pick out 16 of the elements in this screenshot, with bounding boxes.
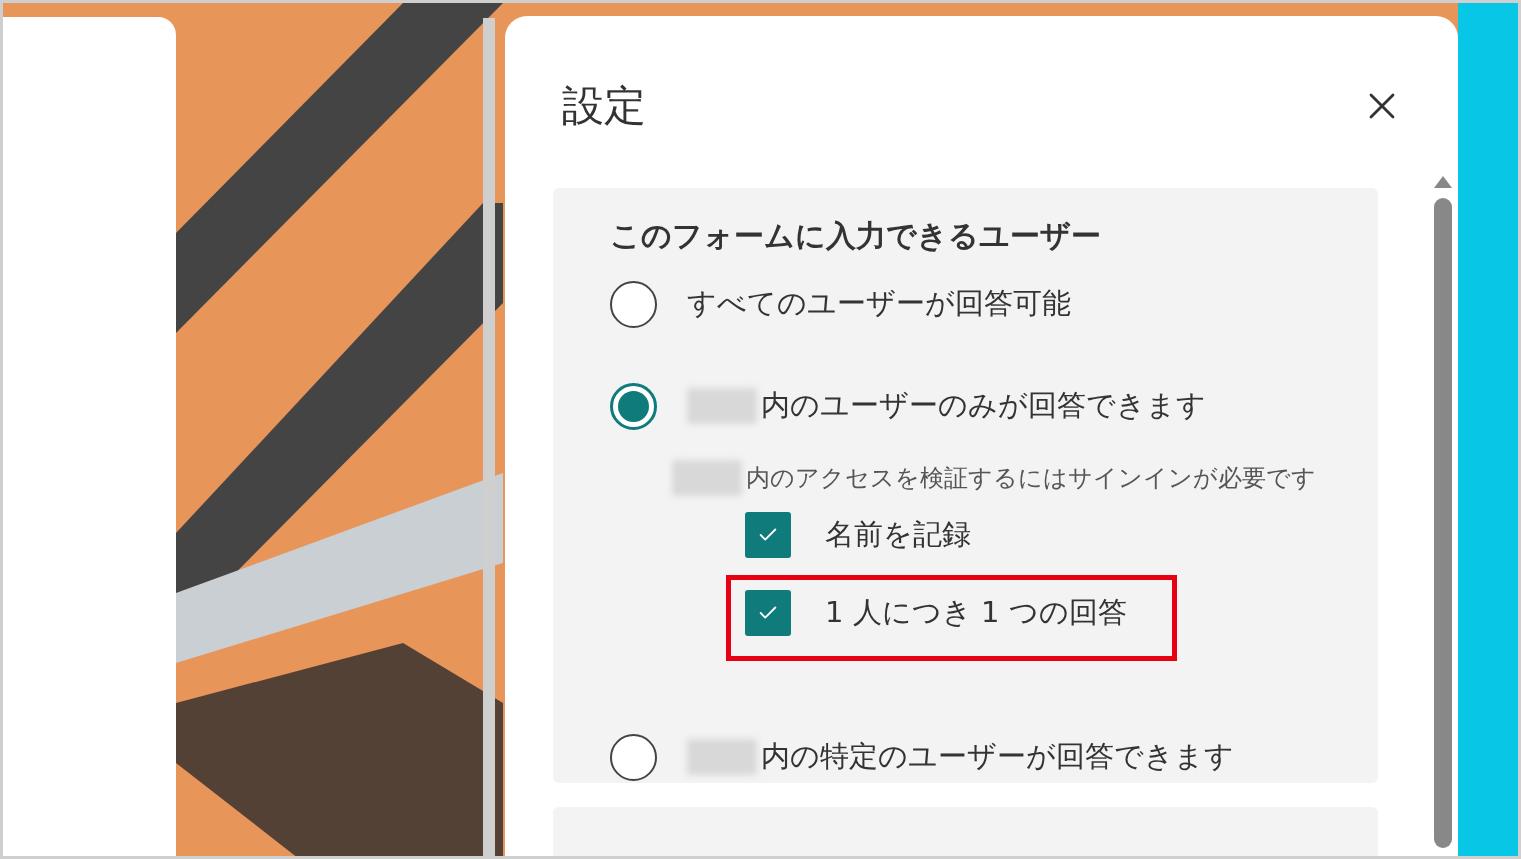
checkbox-label: 1 人につき 1 つの回答 (825, 594, 1127, 632)
scroll-up-icon[interactable] (1434, 176, 1452, 188)
hint-text: 内のアクセスを検証するにはサインインが必要です (746, 463, 1316, 494)
checkbox[interactable] (745, 512, 791, 558)
dialog-title: 設定 (562, 85, 646, 127)
scrollbar-thumb[interactable] (1434, 198, 1452, 848)
radio-label: すべてのユーザーが回答可能 (687, 285, 1071, 323)
section-heading: このフォームに入力できるユーザー (610, 217, 1102, 255)
radio-label: 内のユーザーのみが回答できます (761, 387, 1206, 425)
radio-button[interactable] (610, 733, 657, 781)
radio-button[interactable] (610, 280, 657, 328)
radio-button[interactable] (610, 382, 657, 430)
blurred-redaction (672, 460, 742, 496)
radio-label: 内の特定のユーザーが回答できます (761, 738, 1234, 776)
checkbox[interactable] (745, 590, 791, 636)
checkbox-label: 名前を記録 (825, 516, 971, 554)
